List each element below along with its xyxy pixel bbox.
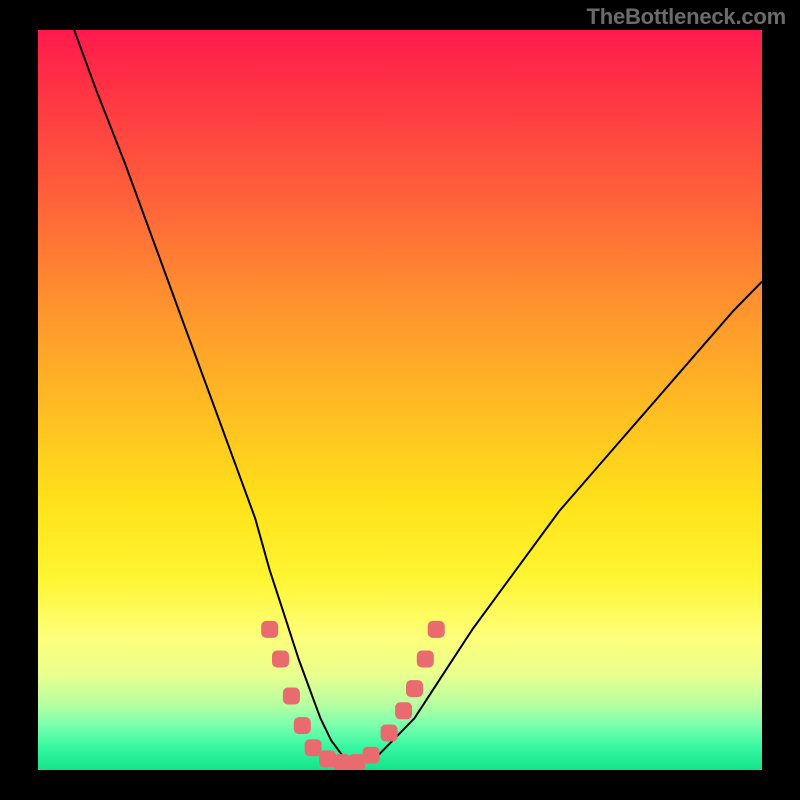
watermark-text: TheBottleneck.com [586,4,786,30]
curve-marker [261,621,278,638]
curve-marker [319,750,336,767]
curve-marker [417,651,434,668]
curve-marker [428,621,445,638]
curve-marker [283,688,300,705]
curve-marker [272,651,289,668]
bottleneck-plot [38,30,762,770]
curve-marker [294,717,311,734]
curve-marker [334,754,351,770]
curve-marker [381,725,398,742]
curve-layer [38,30,762,770]
curve-marker [406,680,423,697]
curve-marker [395,702,412,719]
chart-frame: TheBottleneck.com [0,0,800,800]
curve-marker [305,739,322,756]
curve-marker [363,747,380,764]
